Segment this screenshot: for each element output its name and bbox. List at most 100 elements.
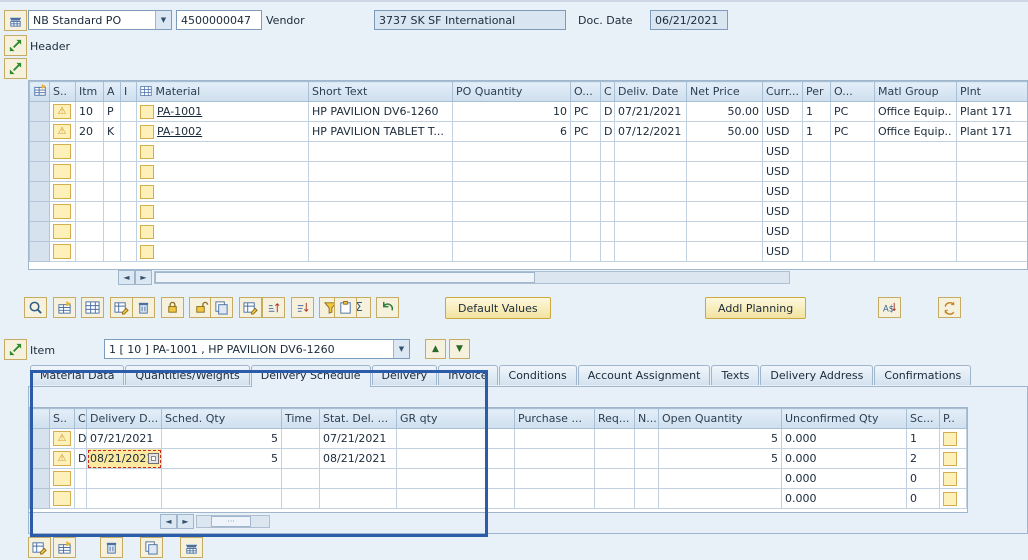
- cell[interactable]: [803, 142, 831, 162]
- row-select-cell[interactable]: [30, 162, 50, 182]
- scroll-thumb[interactable]: ···: [211, 516, 251, 527]
- col-header[interactable]: Stat. Del. ...: [320, 409, 397, 429]
- material-cell[interactable]: [137, 142, 309, 162]
- cell[interactable]: [615, 202, 687, 222]
- cell[interactable]: [162, 489, 282, 509]
- itm-cell[interactable]: 10: [76, 102, 104, 122]
- expand-header-icon[interactable]: [4, 35, 27, 56]
- row-select-cell[interactable]: [30, 122, 50, 142]
- req-cell[interactable]: [595, 429, 635, 449]
- item-cat-cell[interactable]: [121, 122, 137, 142]
- cell[interactable]: [121, 222, 137, 242]
- col-header[interactable]: Sc...: [907, 409, 940, 429]
- cell[interactable]: [75, 489, 87, 509]
- cell[interactable]: [571, 182, 601, 202]
- import-clipboard-icon[interactable]: [334, 297, 357, 318]
- table-settings-icon[interactable]: [239, 297, 262, 318]
- cell[interactable]: [453, 182, 571, 202]
- plant-cell[interactable]: Plant 171: [957, 102, 1028, 122]
- status-cell[interactable]: [50, 489, 75, 509]
- col-header[interactable]: C: [75, 409, 87, 429]
- cell[interactable]: [659, 489, 782, 509]
- status-cell[interactable]: ⚠: [50, 429, 75, 449]
- insert-line-icon[interactable]: [28, 537, 51, 558]
- opu-cell[interactable]: PC: [831, 122, 875, 142]
- addl-planning-button[interactable]: Addl Planning: [705, 297, 806, 319]
- item-cat-cell[interactable]: [121, 102, 137, 122]
- tab-invoice[interactable]: Invoice: [438, 365, 497, 385]
- n-cell[interactable]: [635, 449, 659, 469]
- cell[interactable]: [309, 162, 453, 182]
- cell[interactable]: [104, 202, 121, 222]
- cell[interactable]: [687, 222, 763, 242]
- col-header[interactable]: Net Price: [687, 82, 763, 102]
- status-cell[interactable]: [50, 142, 76, 162]
- col-header[interactable]: Itm: [76, 82, 104, 102]
- unconfirmed-qty-cell[interactable]: 0.000: [782, 469, 907, 489]
- curr-cell[interactable]: USD: [763, 202, 803, 222]
- sort-ascending-icon[interactable]: [262, 297, 285, 318]
- cell[interactable]: [687, 142, 763, 162]
- cell[interactable]: [601, 182, 615, 202]
- copy-line-icon[interactable]: [140, 537, 163, 558]
- sort-descending-icon[interactable]: [291, 297, 314, 318]
- cell[interactable]: [635, 469, 659, 489]
- cell[interactable]: [831, 182, 875, 202]
- cell[interactable]: [87, 489, 162, 509]
- col-header[interactable]: N...: [635, 409, 659, 429]
- item-detail-icon[interactable]: [81, 297, 104, 318]
- scroll-thumb[interactable]: [155, 272, 535, 283]
- status-input[interactable]: [53, 224, 71, 239]
- doc-date-field[interactable]: [650, 10, 728, 30]
- col-header[interactable]: S..: [50, 409, 75, 429]
- tab-confirmations[interactable]: Confirmations: [874, 365, 971, 385]
- material-link[interactable]: PA-1001: [157, 105, 202, 118]
- copy-handle-icon[interactable]: [148, 453, 159, 464]
- row-select-cell[interactable]: [30, 242, 50, 262]
- tab-delivery[interactable]: Delivery: [372, 365, 438, 385]
- cell[interactable]: [453, 222, 571, 242]
- cell[interactable]: [595, 469, 635, 489]
- curr-cell[interactable]: USD: [763, 122, 803, 142]
- gr-qty-cell[interactable]: [397, 429, 515, 449]
- cat-cell[interactable]: D: [601, 122, 615, 142]
- short-text-cell[interactable]: HP PAVILION DV6-1260: [309, 102, 453, 122]
- curr-cell[interactable]: USD: [763, 102, 803, 122]
- col-header[interactable]: Purchase ...: [515, 409, 595, 429]
- cell[interactable]: [831, 242, 875, 262]
- sched-qty-cell[interactable]: 5: [162, 429, 282, 449]
- row-select-cell[interactable]: [30, 449, 50, 469]
- col-header[interactable]: O...: [571, 82, 601, 102]
- cell[interactable]: [76, 202, 104, 222]
- cell[interactable]: [875, 142, 957, 162]
- p-input[interactable]: [943, 432, 957, 446]
- cell[interactable]: [831, 162, 875, 182]
- select-all-header[interactable]: [30, 82, 50, 102]
- cell[interactable]: [121, 142, 137, 162]
- delivery-date-cell-selected[interactable]: 08/21/2021: [87, 449, 162, 469]
- material-cell[interactable]: PA-1001: [137, 102, 309, 122]
- col-header[interactable]: P..: [940, 409, 967, 429]
- cell[interactable]: [309, 142, 453, 162]
- cell[interactable]: [601, 162, 615, 182]
- status-cell[interactable]: ⚠: [50, 102, 76, 122]
- delete-line-icon[interactable]: [100, 537, 123, 558]
- tab-delivery-schedule[interactable]: Delivery Schedule: [251, 365, 371, 387]
- status-cell[interactable]: ⚠: [50, 449, 75, 469]
- cell[interactable]: [957, 242, 1028, 262]
- sched-qty-cell[interactable]: 5: [162, 449, 282, 469]
- matl-group-cell[interactable]: Office Equip..: [875, 122, 957, 142]
- cell[interactable]: [831, 142, 875, 162]
- po-qty-cell[interactable]: 10: [453, 102, 571, 122]
- status-input[interactable]: [53, 164, 71, 179]
- gr-qty-cell[interactable]: [397, 449, 515, 469]
- curr-cell[interactable]: USD: [763, 182, 803, 202]
- cell[interactable]: [282, 469, 320, 489]
- cell[interactable]: [282, 489, 320, 509]
- cell[interactable]: [453, 142, 571, 162]
- vendor-field[interactable]: [374, 10, 566, 30]
- cell[interactable]: [615, 182, 687, 202]
- status-cell[interactable]: [50, 202, 76, 222]
- cell[interactable]: [571, 222, 601, 242]
- cell[interactable]: [76, 242, 104, 262]
